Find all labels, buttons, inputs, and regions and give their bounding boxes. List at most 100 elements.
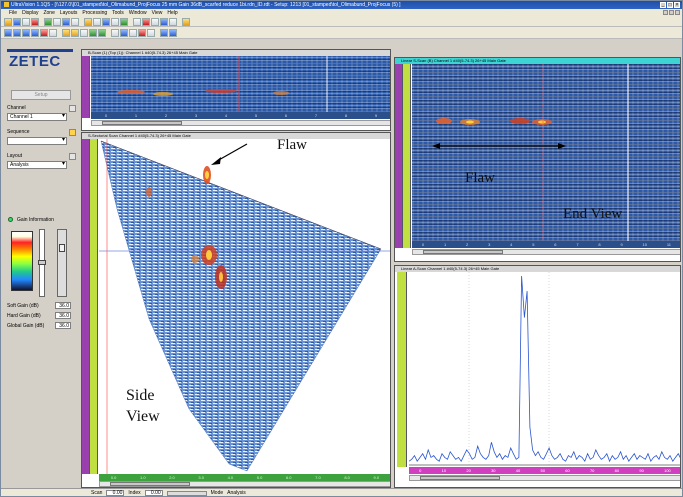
menu-help[interactable]: Help: [167, 9, 177, 17]
menu-view[interactable]: View: [152, 9, 163, 17]
palette-slider-thumb[interactable]: [38, 260, 46, 265]
minimize-button[interactable]: _: [660, 2, 666, 8]
ascan-trace: [409, 275, 680, 463]
sector-scan-panel[interactable]: S-Sectorial Scan Channel 1 #40(5-74.3) 2…: [81, 132, 391, 488]
bscan-view-icon[interactable]: [13, 28, 21, 37]
mdi-restore-button[interactable]: [669, 10, 674, 15]
top-bscan-scroll-thumb[interactable]: [102, 121, 182, 125]
ascan-panel[interactable]: Linear A-Scan Channel 1 #40(5-74.3) 26+4…: [394, 265, 681, 488]
ascan-scroll-thumb[interactable]: [420, 476, 500, 480]
mdi-controls: [663, 10, 680, 15]
menu-processing[interactable]: Processing: [82, 9, 107, 17]
menu-display[interactable]: Display: [22, 9, 38, 17]
indication-icon[interactable]: [138, 28, 146, 37]
ascan-horizontal-ruler[interactable]: 0 10 20 30 40 50 60 70 80 90 100: [409, 467, 680, 474]
sector-depth-ruler[interactable]: [90, 139, 98, 474]
sector-horizontal-ruler[interactable]: 0.0 1.0 2.0 3.0 4.0 5.0 6.0 7.0 8.0 9.0: [99, 474, 390, 481]
print-icon[interactable]: [22, 17, 30, 26]
cscan-view-icon[interactable]: [22, 28, 30, 37]
end-view-vertical-ruler[interactable]: [395, 64, 403, 248]
end-view-scroll-thumb[interactable]: [423, 250, 503, 254]
help-icon[interactable]: [182, 17, 190, 26]
index-position-field[interactable]: 0.00: [144, 490, 163, 496]
measure-cursor-icon[interactable]: [98, 28, 106, 37]
sequence-select[interactable]: [7, 137, 67, 145]
end-view-panel[interactable]: Linear S-Scan (B) Channel 1 #40(5-74.3) …: [394, 57, 681, 262]
report-icon[interactable]: [151, 17, 159, 26]
grid-icon[interactable]: [93, 17, 101, 26]
measure-icon[interactable]: [102, 17, 110, 26]
analysis-icon[interactable]: [160, 17, 168, 26]
sequence-options-button[interactable]: [69, 129, 76, 136]
sector-tick-8: 8.0: [344, 475, 350, 480]
gain-slider-thumb[interactable]: [59, 244, 65, 252]
channel-options-button[interactable]: [69, 105, 76, 112]
record-icon[interactable]: [31, 17, 39, 26]
top-bscan-panel[interactable]: B-Scan (1) (Top (1)): Channel 1 #40(5-74…: [81, 49, 391, 131]
palette-slider[interactable]: [38, 229, 46, 297]
zoom-out-icon[interactable]: [71, 28, 79, 37]
top-bscan-horizontal-ruler[interactable]: 0123456789: [91, 112, 390, 119]
sscan-view-icon[interactable]: [31, 28, 39, 37]
volume-icon[interactable]: [129, 28, 137, 37]
envelope-icon[interactable]: [111, 28, 119, 37]
gain-slider[interactable]: [57, 229, 67, 297]
top-bscan-vertical-ruler[interactable]: [82, 56, 90, 118]
cursor-icon[interactable]: [62, 17, 70, 26]
menu-window[interactable]: Window: [129, 9, 147, 17]
layout-options-button[interactable]: [69, 153, 76, 160]
ascan-vertical-ruler[interactable]: [397, 272, 407, 467]
pan-icon[interactable]: [80, 28, 88, 37]
table-icon[interactable]: [147, 28, 155, 37]
palette-icon[interactable]: [133, 17, 141, 26]
next-icon[interactable]: [169, 28, 177, 37]
menu-file[interactable]: File: [9, 9, 17, 17]
sector-scroll-thumb[interactable]: [110, 482, 190, 486]
zoom-icon[interactable]: [71, 17, 79, 26]
gate-icon[interactable]: [120, 17, 128, 26]
layout-select[interactable]: Analysis: [7, 161, 67, 169]
end-view-horizontal-ruler[interactable]: 0 1 2 3 4 5 6 7 8 9 10 11: [412, 241, 680, 248]
settings-icon[interactable]: [169, 17, 177, 26]
main-toolbar: [1, 17, 682, 27]
sector-scrollbar[interactable]: [99, 481, 390, 487]
zetec-logo: ZETEC: [9, 53, 61, 70]
channel-select[interactable]: Channel 1: [7, 113, 67, 121]
open-icon[interactable]: [4, 17, 12, 26]
scan-position-field[interactable]: 0.00: [106, 490, 125, 496]
end-tick-4: 4: [510, 242, 513, 247]
ascan-scrollbar[interactable]: [409, 475, 680, 481]
stop-icon[interactable]: [53, 17, 61, 26]
layout-icon[interactable]: [84, 17, 92, 26]
menu-zone[interactable]: Zone: [43, 9, 54, 17]
save-icon[interactable]: [13, 17, 21, 26]
menu-tools[interactable]: Tools: [112, 9, 124, 17]
sector-vertical-ruler[interactable]: [82, 139, 90, 474]
ascan-view-icon[interactable]: [4, 28, 12, 37]
close-button[interactable]: ×: [674, 2, 680, 8]
flag-icon[interactable]: [142, 17, 150, 26]
mdi-minimize-button[interactable]: [663, 10, 668, 15]
projection-icon[interactable]: [120, 28, 128, 37]
mdi-close-button[interactable]: [675, 10, 680, 15]
color-palette[interactable]: [11, 231, 33, 291]
play-icon[interactable]: [44, 17, 52, 26]
setup-button[interactable]: Setup: [11, 90, 71, 100]
reference-cursor-icon[interactable]: [89, 28, 97, 37]
end-view-depth-ruler[interactable]: [403, 64, 411, 248]
global-gain-field[interactable]: 36.0: [55, 322, 71, 329]
end-tick-0: 0: [421, 242, 425, 247]
color-view-icon[interactable]: [40, 28, 48, 37]
top-bscan-scrollbar[interactable]: [91, 120, 390, 126]
previous-icon[interactable]: [160, 28, 168, 37]
end-view-scrollbar[interactable]: [412, 249, 680, 255]
maximize-button[interactable]: □: [667, 2, 673, 8]
overlay-icon[interactable]: [49, 28, 57, 37]
soft-gain-field[interactable]: 36.0: [55, 302, 71, 309]
zoom-in-icon[interactable]: [62, 28, 70, 37]
menu-layouts[interactable]: Layouts: [60, 9, 78, 17]
ruler-icon[interactable]: [111, 17, 119, 26]
ascan-plot[interactable]: [409, 272, 681, 467]
position-slider[interactable]: [166, 491, 207, 496]
hard-gain-field[interactable]: 36.0: [55, 312, 71, 319]
